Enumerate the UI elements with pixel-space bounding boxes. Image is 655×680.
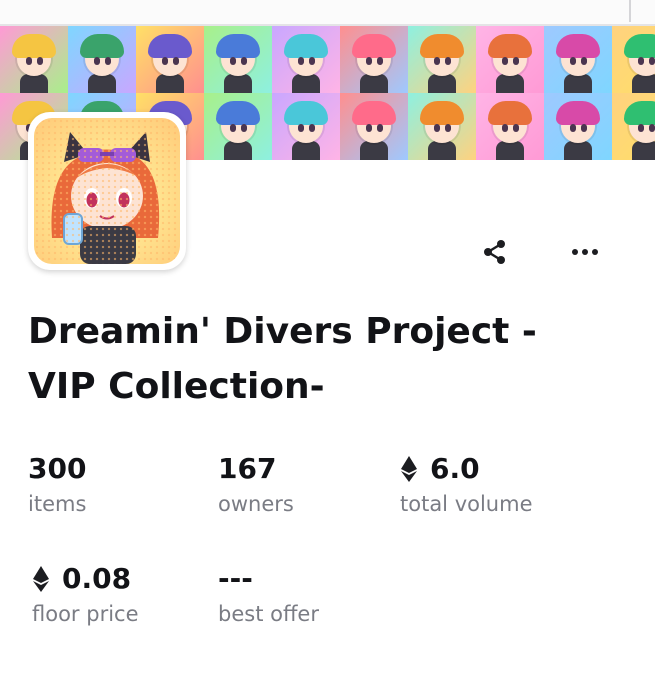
stat-floor-price[interactable]: 0.08 floor price [32, 562, 139, 628]
banner-tile [272, 26, 340, 93]
more-options-button[interactable] [565, 232, 605, 272]
banner-tile [204, 93, 272, 160]
banner-tile [476, 26, 544, 93]
stat-total-volume-value: 6.0 [430, 452, 480, 485]
scroll-indicator [629, 0, 631, 22]
ethereum-icon [33, 566, 49, 592]
stat-total-volume-value-row: 6.0 [400, 452, 533, 486]
stat-items[interactable]: 300 items [28, 452, 86, 518]
banner-tile [476, 93, 544, 160]
banner-tile [0, 26, 68, 93]
stat-items-value: 300 [28, 452, 87, 485]
collection-title-line2: VIP Collection- [28, 366, 325, 407]
stat-total-volume-label: total volume [400, 492, 533, 516]
stat-total-volume[interactable]: 6.0 total volume [400, 452, 533, 518]
stat-owners-label: owners [218, 492, 294, 516]
more-horizontal-icon [572, 249, 598, 255]
banner-tile [136, 26, 204, 93]
share-icon [484, 240, 505, 264]
stat-floor-price-label: floor price [32, 602, 139, 626]
banner-tile [544, 26, 612, 93]
banner-tile [408, 93, 476, 160]
banner-tile [340, 93, 408, 160]
banner-tile [68, 26, 136, 93]
collection-avatar [28, 112, 186, 270]
stat-floor-price-value-row: 0.08 [32, 562, 139, 596]
banner-tile [612, 93, 655, 160]
banner-tile [612, 26, 655, 93]
stat-best-offer-value: --- [218, 562, 253, 595]
stat-owners[interactable]: 167 owners [218, 452, 294, 518]
share-button[interactable] [475, 232, 515, 272]
banner-tile [272, 93, 340, 160]
stat-floor-price-value: 0.08 [62, 562, 132, 595]
ethereum-icon [401, 456, 417, 482]
browser-top-bar [0, 0, 655, 26]
stat-best-offer-label: best offer [218, 602, 319, 626]
stat-best-offer[interactable]: --- best offer [218, 562, 319, 628]
banner-tile [544, 93, 612, 160]
banner-tile [340, 26, 408, 93]
banner-tile [408, 26, 476, 93]
collection-title: Dreamin' Divers Project - VIP Collection… [28, 304, 628, 414]
avatar-image [34, 118, 180, 264]
collection-title-line1: Dreamin' Divers Project - [28, 311, 537, 352]
stat-owners-value: 167 [218, 452, 277, 485]
banner-tile [204, 26, 272, 93]
avatar-pattern [34, 118, 180, 264]
stat-items-label: items [28, 492, 87, 516]
